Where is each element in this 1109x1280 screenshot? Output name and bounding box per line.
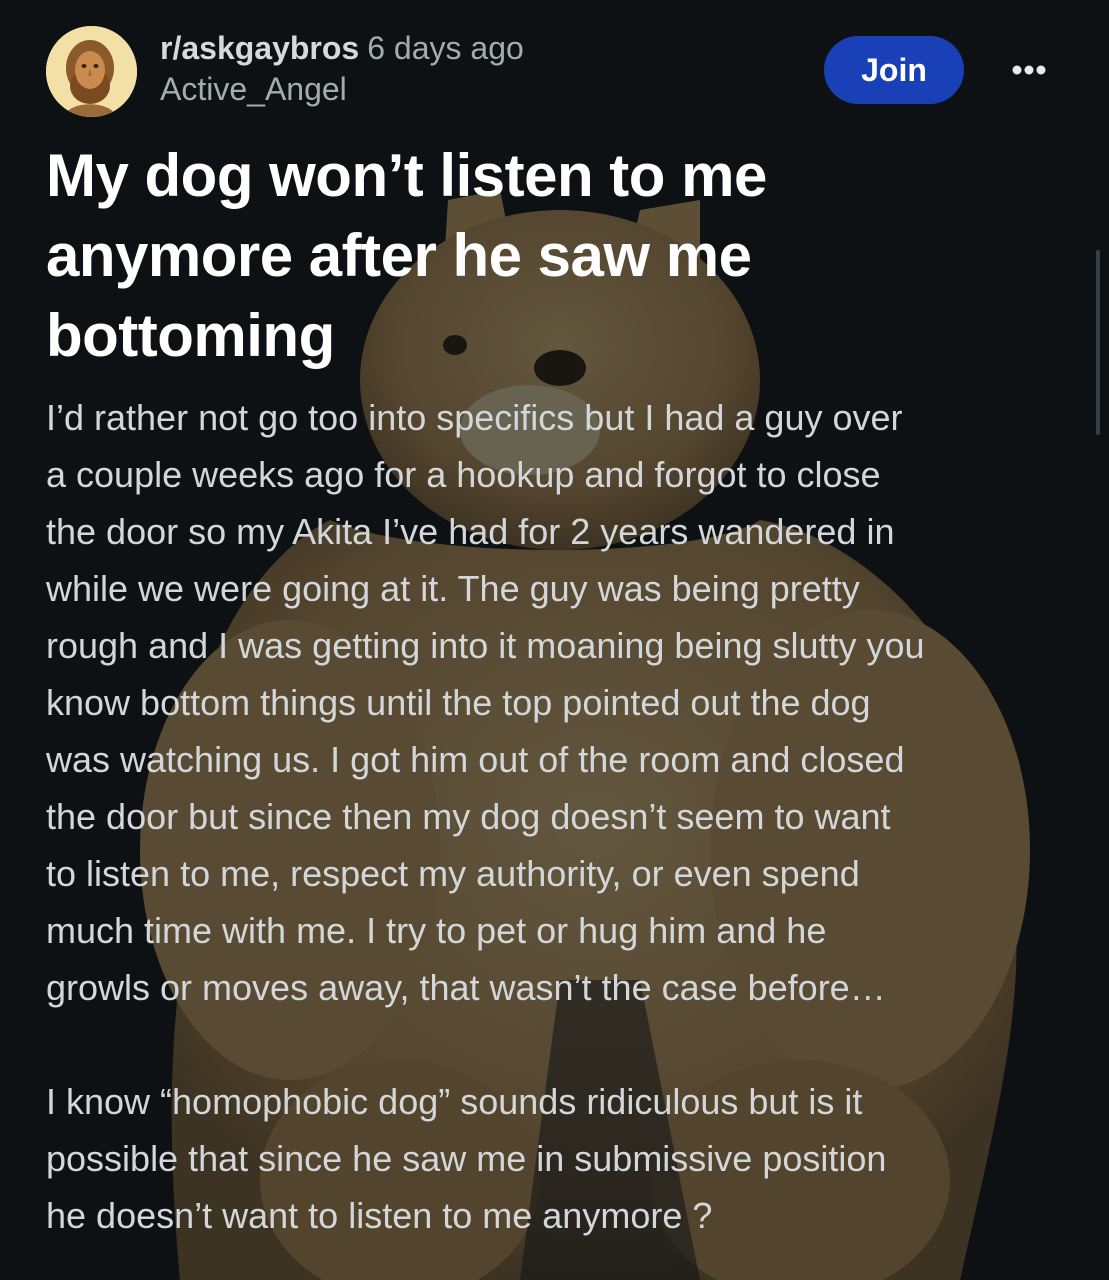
join-button[interactable]: Join <box>824 36 964 104</box>
meta-line: r/askgaybros 6 days ago <box>160 28 720 68</box>
more-options-icon[interactable] <box>1005 50 1053 90</box>
post-card[interactable]: r/askgaybros 6 days ago Active_Angel Join… <box>0 0 1109 1280</box>
post-paragraph: I’d rather not go too into specifics but… <box>46 397 925 1008</box>
post-title[interactable]: My dog won’t listen to me anymore after … <box>46 136 926 376</box>
post-body: I’d rather not go too into specifics but… <box>46 389 1076 1244</box>
post-paragraph: I know “homophobic dog” sounds ridiculou… <box>46 1081 887 1236</box>
reddit-post-screen: r/askgaybros 6 days ago Active_Angel Join… <box>0 0 1109 1280</box>
bust-statue-avatar-icon[interactable] <box>46 26 137 117</box>
post-timestamp: 6 days ago <box>367 30 524 66</box>
scrollbar[interactable] <box>1096 250 1100 435</box>
post-meta: r/askgaybros 6 days ago Active_Angel <box>160 28 720 110</box>
subreddit-link[interactable]: r/askgaybros <box>160 30 359 66</box>
author-username[interactable]: Active_Angel <box>160 68 720 110</box>
